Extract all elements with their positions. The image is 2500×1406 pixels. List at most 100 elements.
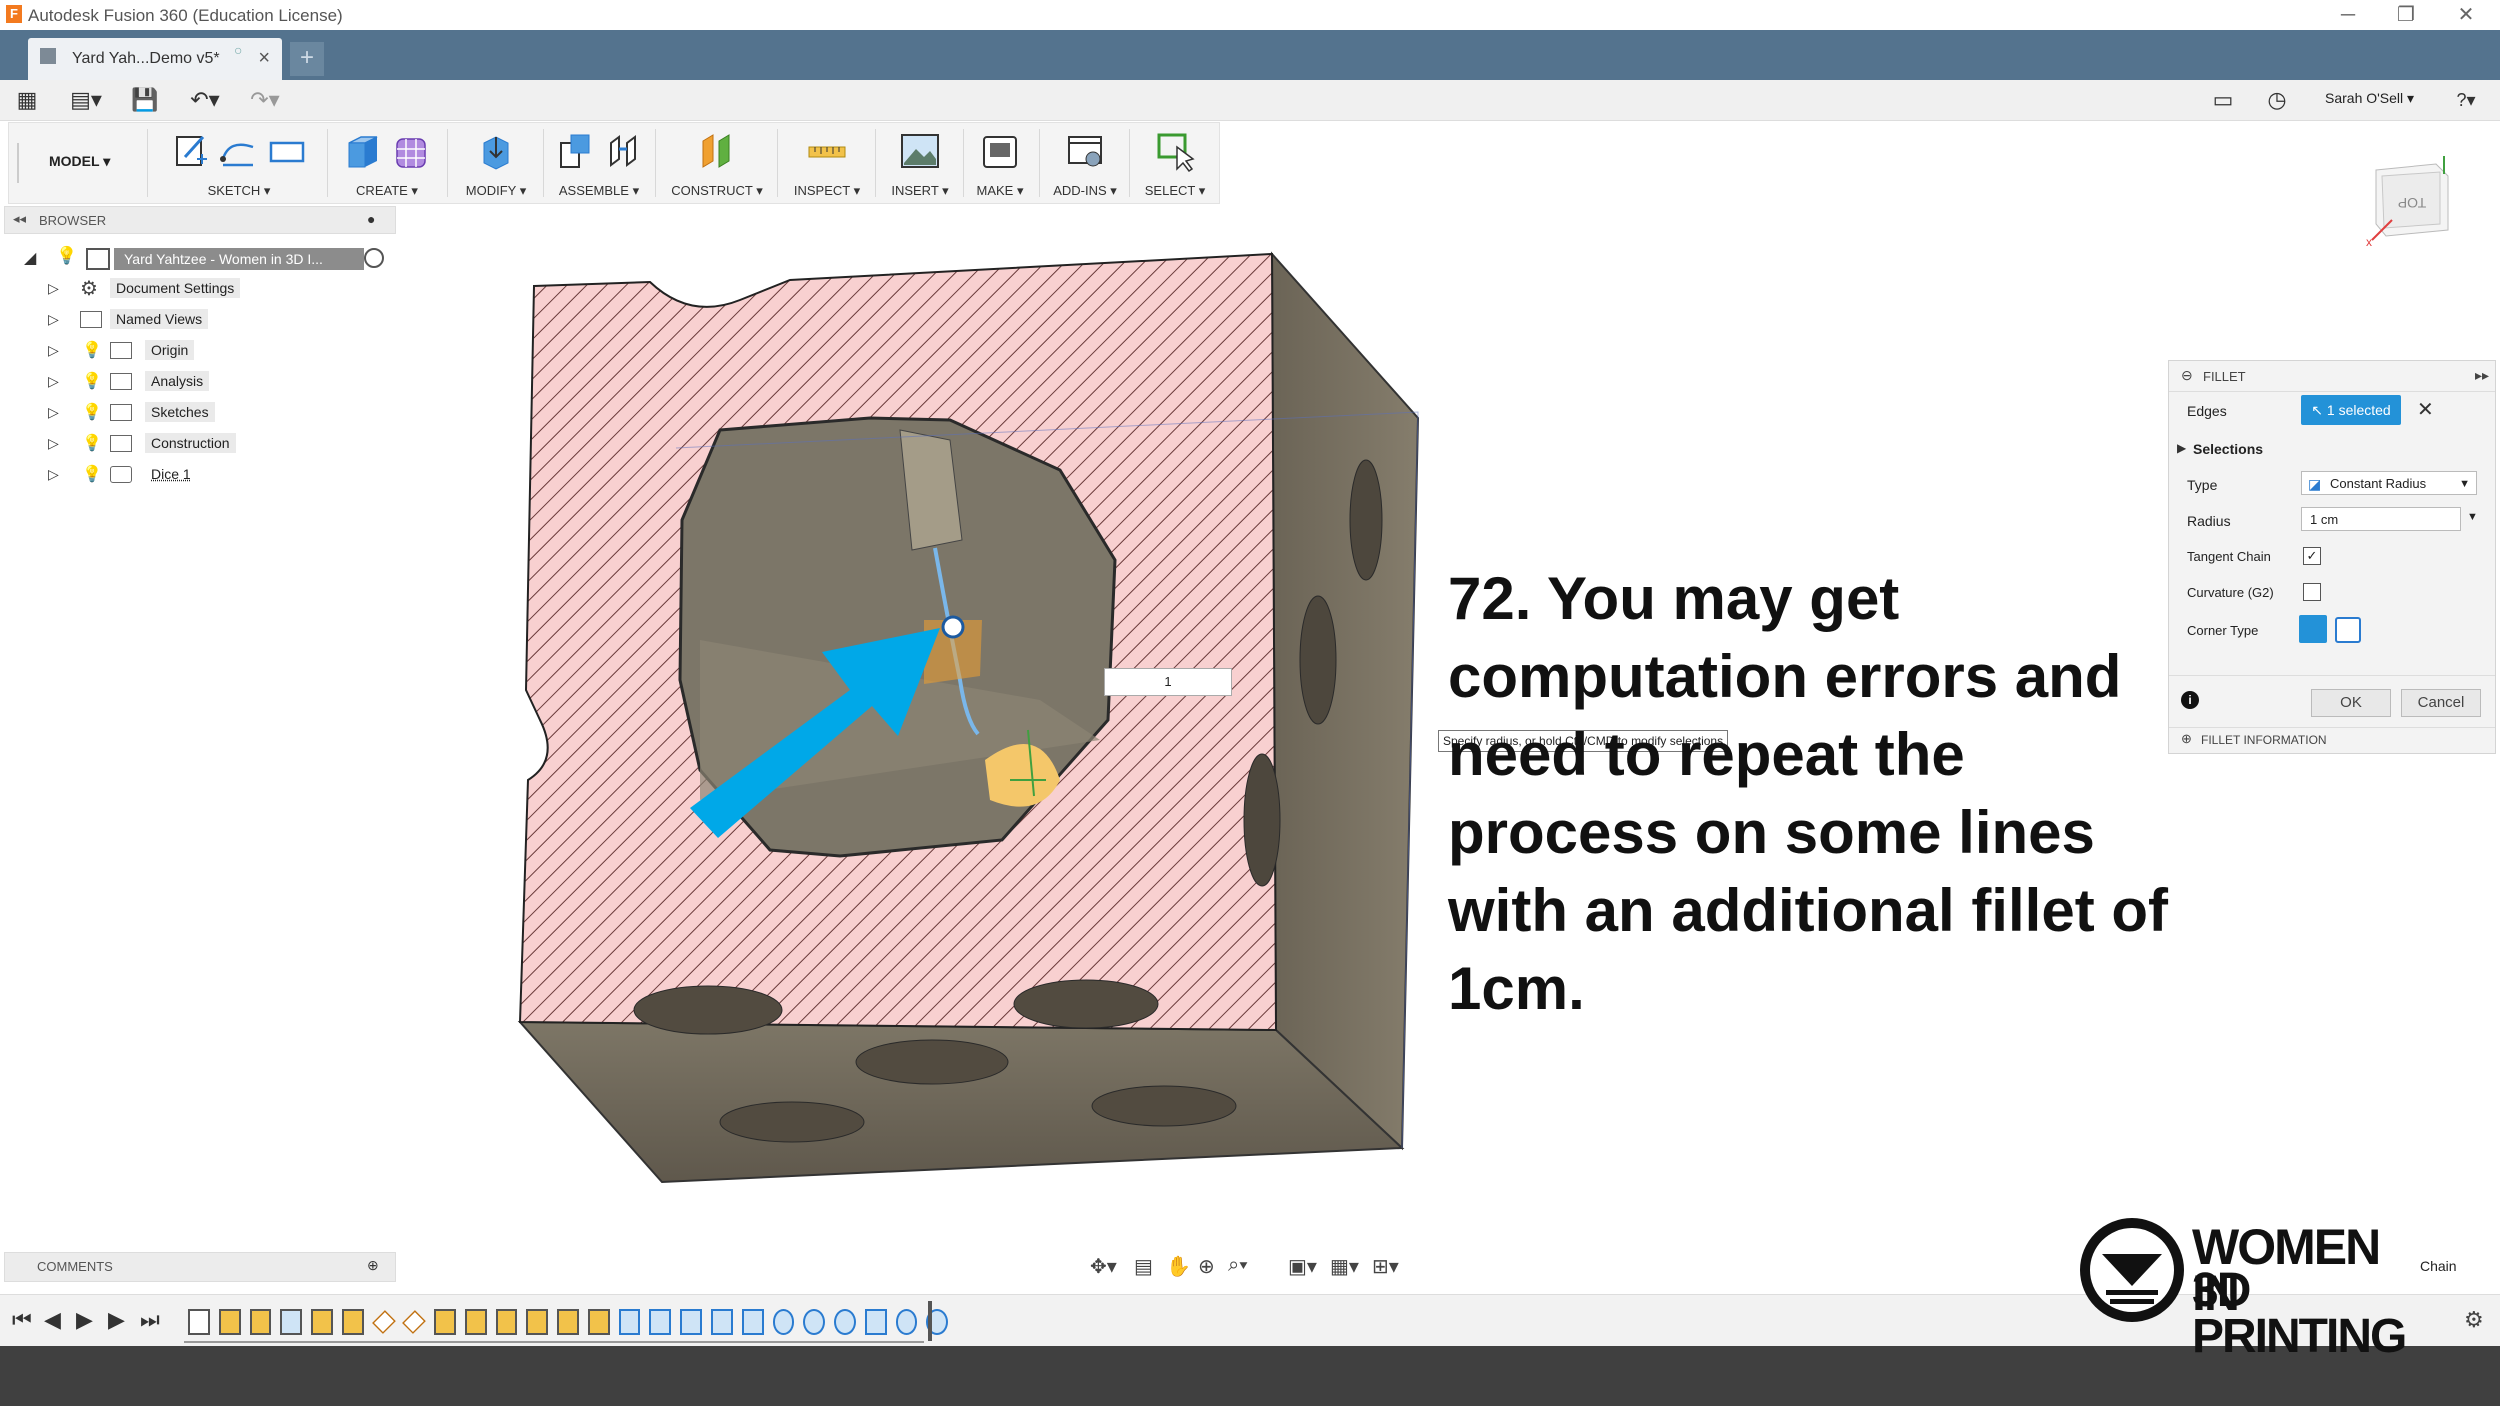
expanded-triangle-icon[interactable]: ◢ (24, 248, 36, 268)
play-icon[interactable]: ▶ (76, 1307, 93, 1333)
expand-triangle-icon[interactable]: ▷ (48, 342, 59, 359)
ok-button[interactable]: OK (2311, 689, 2391, 717)
timeline-settings-gear-icon[interactable]: ⚙ (2464, 1307, 2484, 1333)
restore-button[interactable]: ❐ (2386, 2, 2426, 28)
radius-input[interactable]: 1 cm (2301, 507, 2461, 531)
extrude-icon[interactable] (343, 129, 383, 173)
new-component-icon[interactable] (555, 129, 595, 173)
undo-icon[interactable]: ↶▾ (180, 86, 230, 114)
browser-item-document-settings[interactable]: ▷ ⚙ Document Settings (0, 274, 390, 302)
timeline-sketch-feature[interactable] (311, 1309, 333, 1335)
fillet-information-label[interactable]: FILLET INFORMATION (2201, 733, 2327, 747)
timeline-sketch-feature[interactable] (587, 1309, 610, 1335)
timeline-sketch-feature[interactable] (526, 1309, 549, 1335)
close-window-button[interactable]: ✕ (2446, 2, 2486, 28)
timeline-fillet-feature[interactable] (895, 1309, 918, 1335)
radius-value-input[interactable]: 1 (1104, 668, 1232, 696)
browser-item-analysis[interactable]: ▷ 💡 Analysis (0, 367, 390, 395)
expand-triangle-icon[interactable]: ▷ (48, 466, 59, 483)
toolbar-group-modify[interactable]: MODIFY ▾ (453, 123, 539, 203)
visibility-bulb-icon[interactable]: 💡 (82, 464, 102, 484)
visibility-bulb-icon[interactable]: 💡 (56, 246, 77, 266)
fillet-header[interactable]: ⊖ FILLET ▸▸ (2169, 361, 2495, 392)
tangent-chain-checkbox[interactable]: ✓ (2303, 547, 2321, 565)
toolbar-group-construct[interactable]: CONSTRUCT ▾ (661, 123, 773, 203)
toolbar-group-select[interactable]: SELECT ▾ (1133, 123, 1217, 203)
notifications-icon[interactable]: ▭ (2208, 86, 2238, 114)
select-icon[interactable] (1155, 129, 1195, 173)
save-icon[interactable]: 💾 (130, 86, 160, 114)
browser-item-sketches[interactable]: ▷ 💡 Sketches (0, 398, 390, 426)
timeline-fillet-feature[interactable] (772, 1309, 795, 1335)
timeline-extrude-feature[interactable] (680, 1309, 703, 1335)
viewports-icon[interactable]: ⊞▾ (1372, 1254, 1399, 1279)
timeline-extrude-feature[interactable] (711, 1309, 733, 1335)
visibility-bulb-icon[interactable]: 💡 (82, 371, 102, 391)
job-status-clock-icon[interactable]: ◷ (2262, 86, 2292, 114)
browser-item-named-views[interactable]: ▷ Named Views (0, 305, 390, 333)
timeline-plane-feature[interactable] (402, 1310, 427, 1334)
workspace-switcher[interactable]: MODEL ▾ (49, 153, 110, 170)
create-sketch-icon[interactable] (171, 129, 211, 173)
toolbar-group-assemble[interactable]: ASSEMBLE ▾ (549, 123, 649, 203)
minimize-button[interactable]: ─ (2328, 2, 2368, 28)
timeline-sketch-feature[interactable] (495, 1309, 518, 1335)
go-to-end-icon[interactable]: ⏭ (140, 1307, 160, 1333)
timeline-sketch-feature[interactable] (464, 1309, 487, 1335)
viewcube[interactable]: TOP x (2362, 150, 2462, 250)
file-menu-icon[interactable]: ▤▾ (66, 86, 106, 114)
selections-triangle-icon[interactable]: ▶ (2177, 441, 2186, 455)
fit-icon[interactable]: ⌕▾ (1228, 1254, 1248, 1277)
redo-icon[interactable]: ↷▾ (240, 86, 290, 114)
toolbar-group-make[interactable]: MAKE ▾ (967, 123, 1033, 203)
fillet-collapse-icon[interactable]: ⊖ (2181, 367, 2193, 384)
timeline-extrude-feature[interactable] (649, 1309, 672, 1335)
browser-item-dice-1[interactable]: ▷ 💡 Dice 1 (0, 460, 390, 488)
insert-image-icon[interactable] (900, 129, 940, 173)
timeline-extrude-feature[interactable] (741, 1309, 764, 1335)
timeline-sketch-feature[interactable] (341, 1309, 364, 1335)
toolbar-group-sketch[interactable]: SKETCH ▾ (157, 123, 321, 203)
pan-hand-icon[interactable]: ✋ (1166, 1254, 1191, 1279)
data-panel-grid-icon[interactable]: ▦ (12, 86, 42, 114)
comments-panel-header[interactable]: COMMENTS ⊕ (4, 1252, 396, 1282)
offset-plane-icon[interactable] (697, 129, 737, 173)
type-dropdown[interactable]: ◪ Constant Radius ▼ (2301, 471, 2477, 495)
timeline-plane-feature[interactable] (371, 1310, 396, 1334)
grid-settings-icon[interactable]: ▦▾ (1330, 1254, 1359, 1279)
joint-icon[interactable] (603, 129, 643, 173)
expand-triangle-icon[interactable]: ▷ (48, 373, 59, 390)
visibility-bulb-icon[interactable]: 💡 (82, 402, 102, 422)
close-tab-button[interactable]: × (258, 47, 270, 70)
expand-triangle-icon[interactable]: ▷ (48, 435, 59, 452)
corner-rolling-ball-icon[interactable] (2299, 615, 2327, 643)
timeline-sketch-feature[interactable] (557, 1309, 579, 1335)
document-tab[interactable]: Yard Yah...Demo v5* ○ × (28, 38, 282, 80)
new-tab-button[interactable]: + (290, 42, 324, 76)
press-pull-icon[interactable] (476, 129, 516, 173)
help-icon[interactable]: ?▾ (2446, 86, 2486, 114)
radius-dropdown-icon[interactable]: ▼ (2467, 511, 2478, 523)
visibility-bulb-icon[interactable]: 💡 (82, 340, 102, 360)
activate-radio-icon[interactable] (364, 248, 384, 268)
expand-triangle-icon[interactable]: ▷ (48, 404, 59, 421)
timeline-sketch-feature[interactable] (188, 1309, 210, 1335)
go-to-start-icon[interactable]: ⏮ (12, 1307, 32, 1333)
timeline-extrude-feature[interactable] (618, 1309, 641, 1335)
form-icon[interactable] (391, 129, 431, 173)
line-icon[interactable] (219, 129, 259, 173)
browser-root-node[interactable]: ◢ 💡 Yard Yahtzee - Women in 3D I... (24, 246, 394, 272)
rectangle-icon[interactable] (267, 129, 307, 173)
expand-triangle-icon[interactable]: ▷ (48, 311, 59, 328)
look-at-icon[interactable]: ▤ (1134, 1254, 1153, 1279)
zoom-icon[interactable]: ⊕ (1198, 1254, 1215, 1279)
scripts-addins-icon[interactable] (1065, 129, 1105, 173)
edges-selection-button[interactable]: ↖ 1 selected (2301, 395, 2401, 425)
curvature-checkbox[interactable] (2303, 583, 2321, 601)
display-settings-icon[interactable]: ▣▾ (1288, 1254, 1317, 1279)
timeline-marker[interactable] (928, 1301, 932, 1341)
timeline-fillet-feature[interactable] (803, 1309, 826, 1335)
timeline-sketch-feature[interactable] (218, 1309, 241, 1335)
3d-print-icon[interactable] (980, 129, 1020, 173)
browser-panel-header[interactable]: ◂◂ BROWSER ● (4, 206, 396, 234)
